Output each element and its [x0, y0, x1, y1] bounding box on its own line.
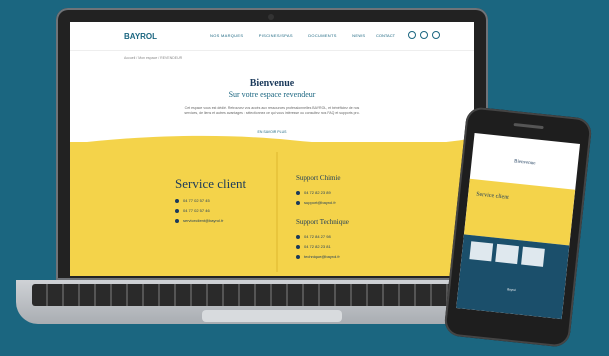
phone: Bienvenue Service client Bayrol — [443, 106, 593, 348]
section-divider — [276, 152, 278, 272]
phone-icon — [296, 234, 300, 239]
service-client-title: Service client — [175, 176, 247, 191]
phone-card[interactable] — [469, 241, 494, 262]
contact-section — [70, 142, 474, 276]
menu-item-piscines[interactable]: PISCINES/SPAS — [259, 33, 293, 38]
mail-icon — [175, 218, 179, 223]
keyboard — [32, 284, 512, 306]
menu-item-news[interactable]: NEWS — [352, 33, 365, 38]
tech-email[interactable]: technique@bayrol.fr — [296, 254, 340, 259]
chimie-phone-text: 04 72 82 23 89 — [304, 190, 331, 195]
phone-icon — [175, 208, 179, 213]
phone-icon — [296, 190, 300, 195]
menu-item-documents[interactable]: DOCUMENTS — [308, 33, 336, 38]
service-phone-2[interactable]: 04 77 02 57 46 — [175, 208, 210, 213]
contact-link[interactable]: CONTACT — [376, 33, 395, 38]
phone-card[interactable] — [521, 246, 545, 267]
hero-title: Bienvenue — [249, 78, 295, 89]
service-phone-2-text: 04 77 02 57 46 — [183, 208, 210, 213]
hero-text: Cet espace vous est dédié. Retrouvez vos… — [184, 106, 360, 115]
laptop-lid: BAYROL NOS MARQUES PISCINES/SPAS DOCUMEN… — [56, 8, 488, 280]
hero-subtitle: Sur votre espace revendeur — [228, 90, 316, 99]
phone-speaker — [513, 122, 544, 130]
service-phone-1-text: 04 77 02 57 45 — [183, 198, 210, 203]
mail-icon — [296, 200, 300, 205]
mail-icon — [296, 254, 300, 259]
breadcrumb: Accueil / Mon espace / REVENDEUR — [124, 56, 183, 60]
site-logo[interactable]: BAYROL — [124, 32, 157, 41]
service-phone-1[interactable]: 04 77 02 57 45 — [175, 198, 210, 203]
service-email[interactable]: serviceclient@bayrol.fr — [175, 218, 224, 223]
site-header: BAYROL NOS MARQUES PISCINES/SPAS DOCUMEN… — [70, 22, 474, 51]
phone-hero-title: Bienvenue — [513, 159, 536, 167]
phone-screen: Bienvenue Service client Bayrol — [456, 132, 581, 320]
tech-phone-2-text: 04 72 82 23 81 — [304, 244, 331, 249]
chimie-email[interactable]: support@bayrol.fr — [296, 200, 336, 205]
phone-icon — [175, 198, 179, 203]
tech-phone-1-text: 04 72 84 27 98 — [304, 234, 331, 239]
search-icon[interactable] — [420, 31, 428, 39]
support-chimie-title: Support Chimie — [296, 174, 341, 182]
phone-icon — [296, 244, 300, 249]
service-email-text: serviceclient@bayrol.fr — [183, 218, 224, 223]
laptop-screen: BAYROL NOS MARQUES PISCINES/SPAS DOCUMEN… — [70, 22, 474, 276]
tech-phone-1[interactable]: 04 72 84 27 98 — [296, 234, 331, 239]
laptop: BAYROL NOS MARQUES PISCINES/SPAS DOCUMEN… — [16, 8, 528, 324]
location-icon[interactable] — [432, 31, 440, 39]
user-icon[interactable] — [408, 31, 416, 39]
main-menu: NOS MARQUES PISCINES/SPAS DOCUMENTS NEWS — [210, 33, 379, 38]
camera — [268, 14, 274, 20]
tech-phone-2[interactable]: 04 72 82 23 81 — [296, 244, 331, 249]
chimie-email-text: support@bayrol.fr — [304, 200, 336, 205]
trackpad — [202, 310, 342, 322]
phone-card[interactable] — [495, 243, 519, 265]
menu-item-marques[interactable]: NOS MARQUES — [210, 33, 243, 38]
chimie-phone[interactable]: 04 72 82 23 89 — [296, 190, 331, 195]
tech-email-text: technique@bayrol.fr — [304, 254, 340, 259]
support-tech-title: Support Technique — [296, 218, 349, 226]
